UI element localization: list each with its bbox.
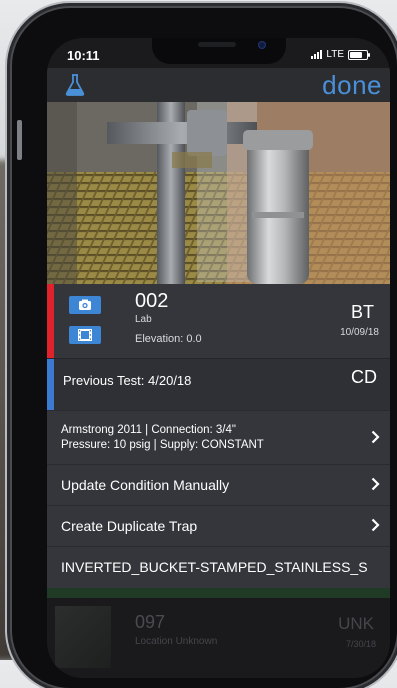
trap-type-code: BT [350, 302, 374, 322]
trap-photo[interactable] [47, 102, 390, 284]
background-trap-code: UNK [338, 614, 374, 633]
battery-icon [348, 49, 370, 60]
status-accent-red [47, 284, 54, 358]
background-trap-date: 7/30/18 [345, 639, 376, 649]
trap-elevation: Elevation: 0.0 [135, 333, 202, 345]
background-trap-location: Location Unknown [135, 636, 218, 647]
speaker-grille [198, 42, 236, 47]
trap-date: 10/09/18 [340, 327, 379, 338]
flask-icon[interactable] [64, 73, 86, 97]
update-condition-label: Update Condition Manually [61, 477, 230, 493]
signal-icon [311, 50, 323, 59]
battery-fill [350, 51, 362, 58]
create-duplicate-row[interactable]: Create Duplicate Trap [47, 505, 390, 547]
trap-location: Lab [135, 314, 152, 325]
chevron-right-icon [371, 430, 380, 444]
background-trap-thumbnail [55, 606, 111, 668]
status-time: 10:11 [67, 48, 100, 63]
background-trap-card: 097 Location Unknown UNK 7/30/18 [47, 598, 390, 678]
phone-notch [152, 38, 286, 64]
nav-bar: done [47, 68, 390, 102]
spec-line-1: Armstrong 2011 | Connection: 3/4" [61, 424, 236, 436]
background-trap-number: 097 [135, 612, 166, 632]
next-card-accent [47, 588, 390, 598]
previous-test-row[interactable]: Previous Test: 4/20/18 CD [47, 358, 390, 411]
camera-button[interactable] [69, 296, 101, 314]
create-duplicate-label: Create Duplicate Trap [61, 518, 198, 534]
network-type: LTE [326, 49, 344, 60]
previous-test-code: CD [351, 367, 377, 387]
phone-frame: 10:11 LTE done 002 Lab Elevation: 0.0 BT… [12, 8, 397, 688]
trap-number: 002 [135, 290, 169, 312]
update-condition-row[interactable]: Update Condition Manually [47, 464, 390, 506]
spec-line-2: Pressure: 10 psig | Supply: CONSTANT [61, 439, 264, 451]
video-button[interactable] [69, 326, 101, 344]
phone-side-button [17, 120, 22, 160]
previous-test-label: Previous Test: 4/20/18 [63, 373, 192, 388]
trap-spec-row[interactable]: Armstrong 2011 | Connection: 3/4" Pressu… [47, 410, 390, 465]
trap-summary-card[interactable]: 002 Lab Elevation: 0.0 BT 10/09/18 [47, 284, 390, 358]
status-indicators: LTE [311, 49, 370, 60]
trap-photo-image [47, 102, 390, 284]
status-accent-blue [47, 359, 54, 411]
trap-type-row[interactable]: INVERTED_BUCKET-STAMPED_STAINLESS_S [47, 546, 390, 589]
camera-icon [79, 299, 91, 310]
chevron-right-icon [371, 477, 380, 491]
trap-type-label: INVERTED_BUCKET-STAMPED_STAINLESS_S [61, 559, 368, 575]
chevron-right-icon [371, 518, 380, 532]
done-button[interactable]: done [322, 70, 382, 101]
front-camera [258, 41, 266, 49]
phone-screen: 10:11 LTE done 002 Lab Elevation: 0.0 BT… [47, 38, 390, 678]
film-icon [78, 329, 92, 341]
